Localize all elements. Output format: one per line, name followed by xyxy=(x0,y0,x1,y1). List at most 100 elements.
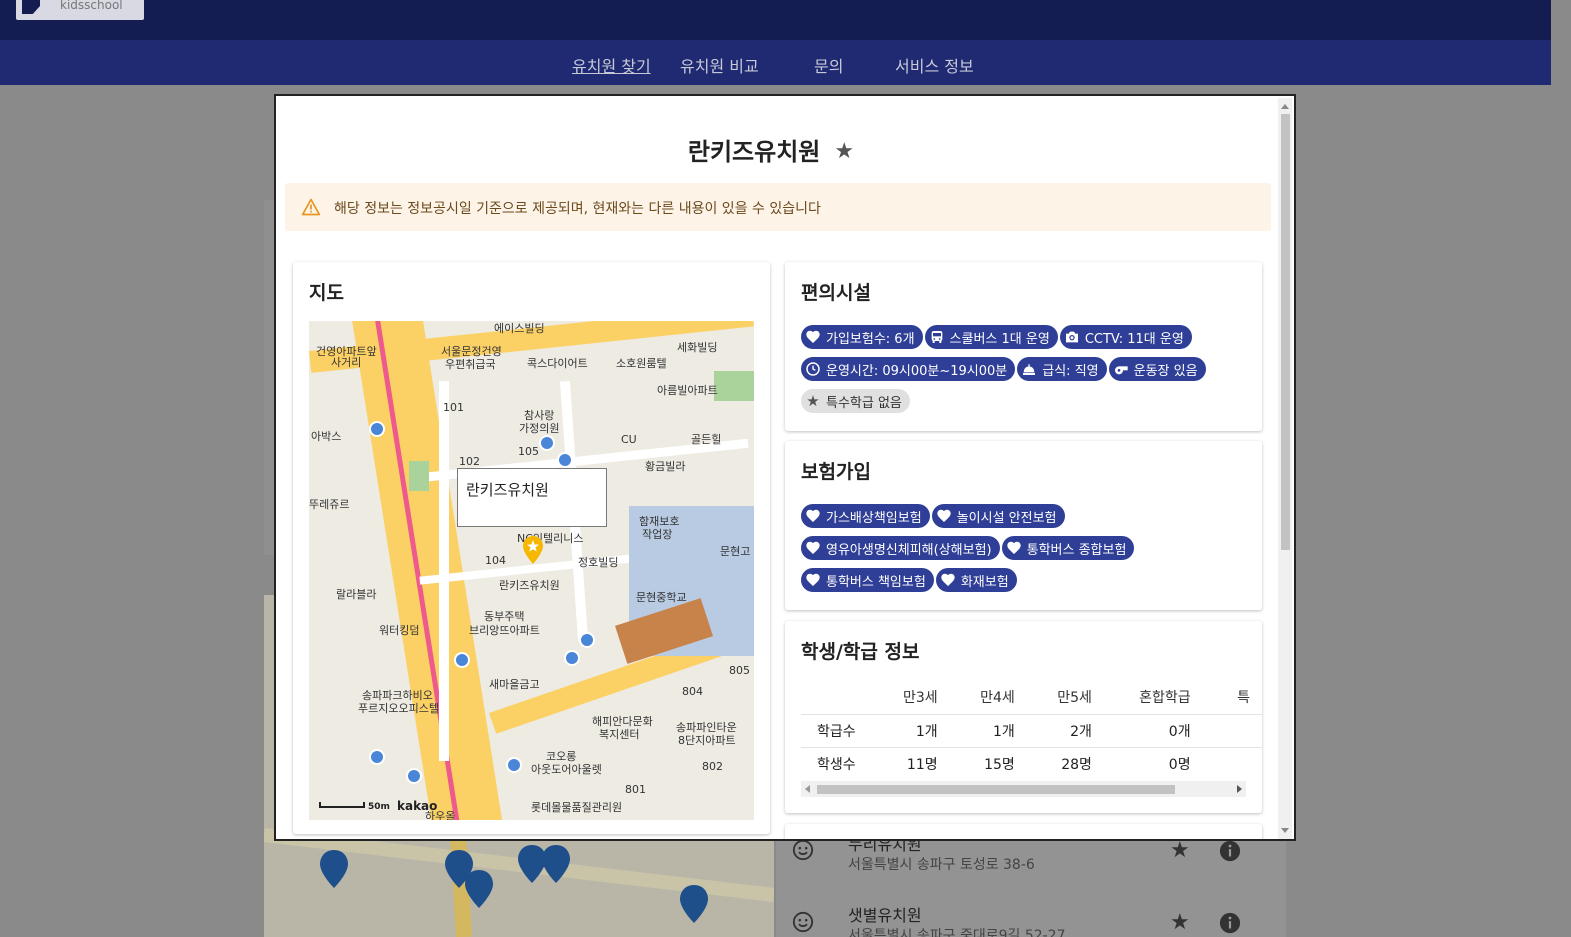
kindergarten-name: 란키즈유치원 xyxy=(687,138,821,166)
whistle-icon xyxy=(1114,366,1128,375)
favorite-star-icon[interactable]: ★ xyxy=(834,139,854,164)
heart-icon xyxy=(806,330,820,343)
map-label: 롯데몰물품질관리원 xyxy=(531,801,623,814)
logo-text: kidsschool xyxy=(60,0,123,12)
map-label: 805 xyxy=(729,664,750,677)
facility-chip: 운동장 있음 xyxy=(1108,357,1206,381)
insurance-chip: 영유아생명신체피해(상해보험) xyxy=(801,536,1000,560)
kindergarten-detail-dialog: 란키즈유치원 ★ 해당 정보는 정보공시일 기준으로 제공되며, 현재와는 다른 … xyxy=(274,94,1296,841)
app-logo[interactable]: kidsschool xyxy=(16,0,144,20)
students-card-title: 학생/학급 정보 xyxy=(801,641,920,663)
chip-label: 가스배상책임보험 xyxy=(826,510,922,526)
logo-icon xyxy=(22,0,40,14)
table-cell: 28명 xyxy=(1026,746,1104,780)
facility-chip: CCTV: 11대 운영 xyxy=(1059,325,1192,349)
nav-find-kindergarten[interactable]: 유치원 찾기 xyxy=(572,53,651,77)
map-label: 워터킹덤 xyxy=(379,624,420,637)
warning-icon xyxy=(301,198,321,216)
table-header-row: 만3세 만4세 만5세 혼합학급 특 xyxy=(801,680,1262,714)
meal-icon xyxy=(1023,364,1036,375)
location-marker-icon[interactable] xyxy=(522,535,544,565)
map-label: 소호원룸텔 xyxy=(616,357,667,370)
facilities-card-title: 편의시설 xyxy=(801,282,871,304)
heart-icon xyxy=(806,509,820,522)
facilities-chip-list: 가입보험수: 6개 스쿨버스 1대 운영 CCTV: 11대 운영운영시간: 09시… xyxy=(801,325,1251,421)
chip-label: 영유아생명신체피해(상해보험) xyxy=(826,542,992,558)
scroll-thumb[interactable] xyxy=(1281,114,1290,550)
bus-stop-icon[interactable] xyxy=(539,435,555,451)
list-item-title[interactable]: 샛별유치원 xyxy=(848,902,922,926)
facility-chip: 가입보험수: 6개 xyxy=(801,325,923,349)
insurance-chip: 화재보험 xyxy=(935,568,1017,592)
facility-chip: 운영시간: 09시00분~19시00분 xyxy=(801,357,1016,381)
column-header: 만5세 xyxy=(1057,689,1092,706)
map-label: 가정의원 xyxy=(519,422,560,435)
info-icon[interactable] xyxy=(1219,912,1241,934)
insurance-card-title: 보험가입 xyxy=(801,461,871,483)
dialog-scrollbar[interactable] xyxy=(1278,98,1292,839)
insurance-chip: 놀이시설 안전보험 xyxy=(931,504,1065,528)
column-header: 만3세 xyxy=(902,689,938,706)
bus-stop-icon[interactable] xyxy=(557,452,573,468)
horizontal-scroll-thumb[interactable] xyxy=(817,785,1175,794)
map-label: 802 xyxy=(702,760,723,773)
chip-label: 특수학급 없음 xyxy=(826,395,902,411)
star-icon: ★ xyxy=(806,392,820,410)
map-label: 에이스빌딩 xyxy=(494,322,545,335)
smile-icon xyxy=(792,839,814,861)
map-label: 황금빌라 xyxy=(645,460,686,473)
bus-icon xyxy=(931,331,942,343)
table-horizontal-scrollbar[interactable] xyxy=(801,781,1246,797)
facilities-card: 편의시설 가입보험수: 6개 스쿨버스 1대 운영 CCTV: 11대 운영운영시간… xyxy=(785,262,1262,431)
map-label: 복지센터 xyxy=(599,728,640,741)
scroll-right-arrow-icon[interactable] xyxy=(1237,785,1242,793)
bus-stop-icon[interactable] xyxy=(564,650,580,666)
bus-stop-icon[interactable] xyxy=(506,757,522,773)
column-header: 특 xyxy=(1237,689,1250,706)
nav-inquiry[interactable]: 문의 xyxy=(814,53,843,77)
map-label: 8단지아파트 xyxy=(678,734,736,747)
map-label: 사거리 xyxy=(331,356,362,369)
bus-stop-icon[interactable] xyxy=(369,749,385,765)
table-cell xyxy=(1202,713,1262,747)
insurance-card: 보험가입 가스배상책임보험 놀이시설 안전보험영유아생명신체피해(상해보험) 통학버… xyxy=(785,441,1262,610)
bus-stop-icon[interactable] xyxy=(579,632,595,648)
map-label: 101 xyxy=(443,401,464,414)
main-nav: 유치원 찾기 유치원 비교 문의 서비스 정보 xyxy=(0,40,1551,85)
nav-service-info[interactable]: 서비스 정보 xyxy=(895,53,974,77)
insurance-chip: 가스배상책임보험 xyxy=(801,504,930,528)
scroll-up-arrow-icon[interactable] xyxy=(1281,104,1289,109)
table-cell: 2개 xyxy=(1026,713,1104,747)
table-cell: 1개 xyxy=(949,713,1027,747)
chip-label: 가입보험수: 6개 xyxy=(826,331,915,347)
chip-label: 통학버스 종합보험 xyxy=(1026,542,1127,558)
info-icon[interactable] xyxy=(1219,840,1241,862)
table-row: 학생수 11명 15명 28명 0명 xyxy=(801,746,1262,780)
chip-label: 스쿨버스 1대 운영 xyxy=(949,331,1050,347)
nav-compare-kindergarten[interactable]: 유치원 비교 xyxy=(680,53,759,77)
kakao-map[interactable]: 에이스빌딩 서울문정건영 우편취급국 건영아파트앞 사거리 세화빌딩 콕스다이어… xyxy=(309,321,754,820)
map-card: 지도 에이스빌딩 서울문정건영 우편취급국 건영아파트앞 사거리 세화빌딩 콕스… xyxy=(293,262,770,834)
heart-icon xyxy=(806,573,820,586)
table-cell xyxy=(1202,746,1262,780)
map-label: 정호빌딩 xyxy=(578,556,619,569)
map-scale-text: 50m xyxy=(368,802,390,812)
chip-label: 화재보험 xyxy=(960,574,1009,590)
map-label: 801 xyxy=(625,783,646,796)
map-label: 작업장 xyxy=(642,528,673,541)
heart-icon xyxy=(937,509,951,522)
next-card-partial xyxy=(785,824,1262,839)
map-label: 푸르지오오피스텔 xyxy=(358,702,439,715)
map-card-title: 지도 xyxy=(309,282,344,304)
bus-stop-icon[interactable] xyxy=(406,768,422,784)
scroll-left-arrow-icon[interactable] xyxy=(805,785,810,793)
bus-stop-icon[interactable] xyxy=(454,652,470,668)
favorite-star-icon[interactable]: ★ xyxy=(1170,838,1190,863)
map-label: 콕스다이어트 xyxy=(527,357,588,370)
favorite-star-icon[interactable]: ★ xyxy=(1170,910,1190,935)
scroll-down-arrow-icon[interactable] xyxy=(1281,828,1289,833)
map-label: 105 xyxy=(518,445,539,458)
bus-stop-icon[interactable] xyxy=(369,421,385,437)
chip-label: 운영시간: 09시00분~19시00분 xyxy=(826,363,1008,379)
camera-icon xyxy=(1065,331,1078,343)
